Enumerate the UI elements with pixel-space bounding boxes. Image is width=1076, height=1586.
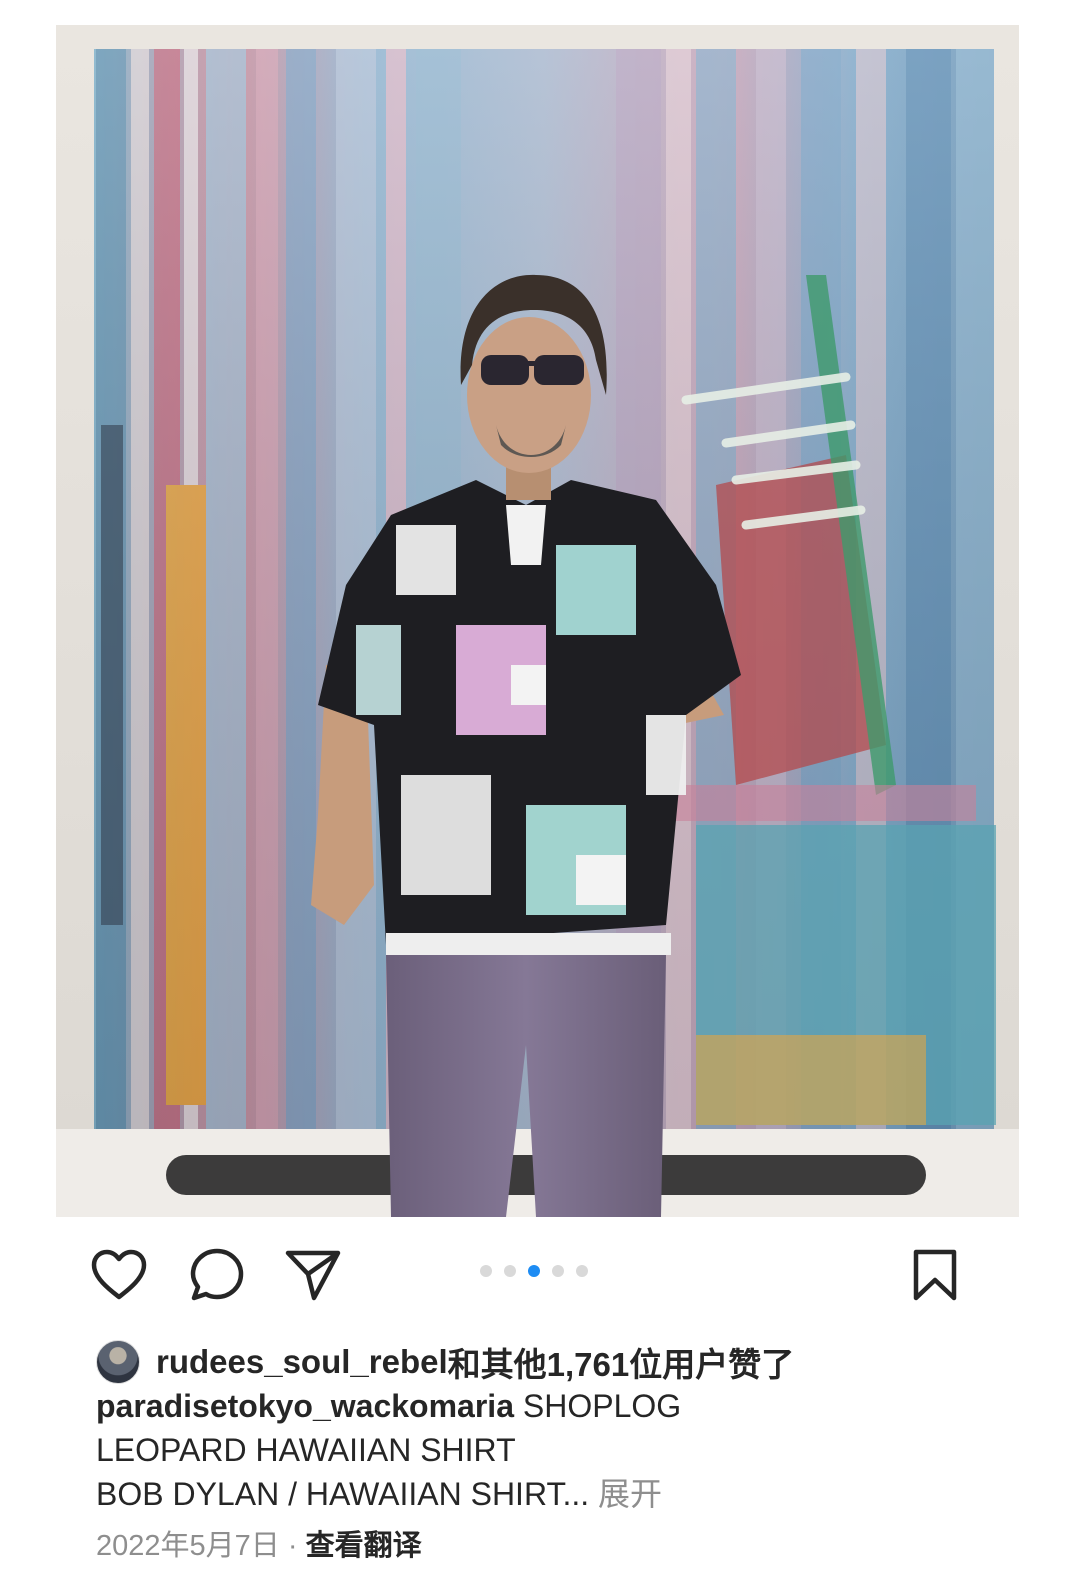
send-plane-icon [284, 1248, 342, 1302]
post-meta: 2022年5月7日 · 查看翻译 [96, 1526, 422, 1566]
carousel-dot [528, 1265, 540, 1277]
caption-text-line3: BOB DYLAN / HAWAIIAN SHIRT... [96, 1476, 590, 1512]
carousel-dot [504, 1265, 516, 1277]
carousel-dot [480, 1265, 492, 1277]
likes-summary: rudees_soul_rebel 和其他1,761位用户赞了 [96, 1339, 794, 1385]
caption-text-line1: SHOPLOG [513, 1388, 682, 1424]
post-caption: paradisetokyo_wackomaria SHOPLOG LEOPARD… [96, 1384, 996, 1516]
carousel-dot [576, 1265, 588, 1277]
post-photo[interactable] [56, 25, 1019, 1217]
heart-icon [90, 1249, 148, 1301]
avatar[interactable] [96, 1340, 140, 1384]
liker-username[interactable]: rudees_soul_rebel [156, 1343, 448, 1381]
bookmark-icon [912, 1248, 958, 1302]
post-date: 2022年5月7日 [96, 1530, 280, 1562]
save-button[interactable] [900, 1240, 970, 1310]
share-button[interactable] [278, 1240, 348, 1310]
caption-owner-username[interactable]: paradisetokyo_wackomaria [96, 1388, 514, 1424]
caption-text-line2: LEOPARD HAWAIIAN SHIRT [96, 1432, 516, 1468]
likes-count-text[interactable]: 和其他1,761位用户赞了 [448, 1338, 795, 1386]
carousel-indicator [480, 1265, 588, 1277]
comment-button[interactable] [182, 1240, 252, 1310]
meta-separator: · [279, 1530, 306, 1562]
like-button[interactable] [84, 1240, 154, 1310]
carousel-dot [552, 1265, 564, 1277]
expand-caption-link[interactable]: 展开 [589, 1476, 662, 1512]
comment-bubble-icon [189, 1247, 245, 1303]
see-translation-link[interactable]: 查看翻译 [306, 1530, 422, 1562]
